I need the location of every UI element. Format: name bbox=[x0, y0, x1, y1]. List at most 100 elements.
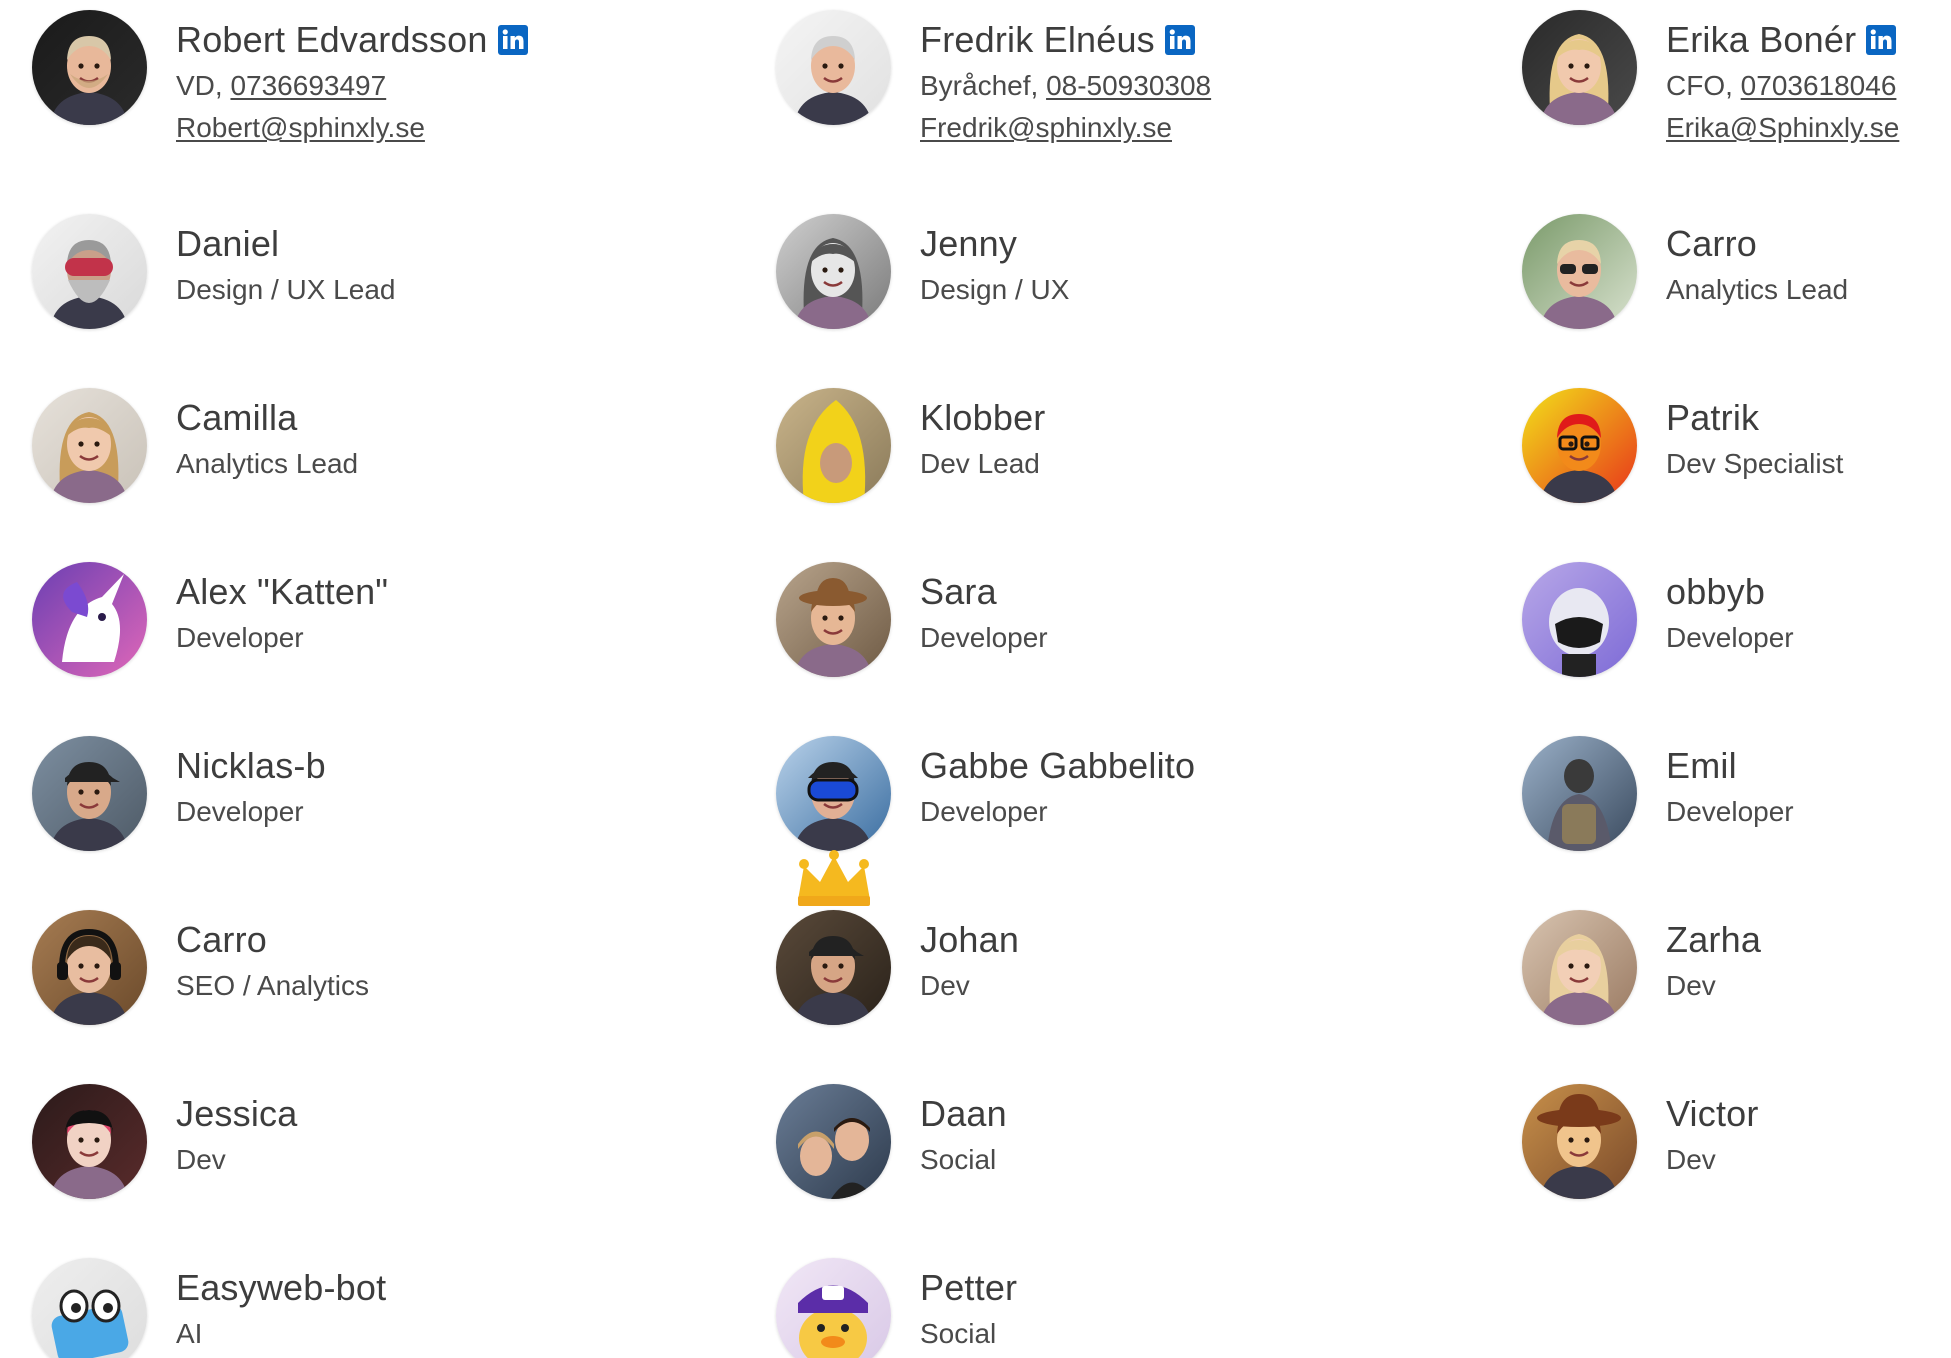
avatar-woman-mirror-selfie bbox=[1522, 910, 1637, 1025]
linkedin-icon[interactable] bbox=[497, 25, 528, 55]
role-separator: , bbox=[214, 70, 231, 101]
member-name: Camilla bbox=[176, 397, 298, 438]
avatar-bearded-man-smiling-portrait bbox=[32, 10, 147, 125]
member-role: Byråchef bbox=[920, 70, 1031, 101]
name-line: Carro bbox=[176, 919, 369, 960]
member-info: obbyb Developer bbox=[1666, 571, 1794, 654]
name-line: Robert Edvardsson bbox=[176, 19, 528, 60]
member-name: Emil bbox=[1666, 745, 1737, 786]
phone-link[interactable]: 08-50930308 bbox=[1046, 70, 1211, 101]
member-name: Gabbe Gabbelito bbox=[920, 745, 1196, 786]
member-role: Design / UX Lead bbox=[176, 274, 396, 305]
avatar-unicorn-illustration bbox=[32, 562, 147, 677]
phone-link[interactable]: 0736693497 bbox=[230, 70, 386, 101]
member-info: Jenny Design / UX bbox=[920, 223, 1069, 306]
name-line: Easyweb-bot bbox=[176, 1267, 387, 1308]
member-role: Developer bbox=[920, 622, 1048, 653]
linkedin-icon[interactable] bbox=[1866, 25, 1897, 55]
team-member-card: Gabbe Gabbelito Developer bbox=[776, 736, 1476, 856]
name-line: Sara bbox=[920, 571, 1048, 612]
linkedin-icon[interactable] bbox=[1164, 25, 1195, 55]
member-name: obbyb bbox=[1666, 571, 1766, 612]
member-role: CFO bbox=[1666, 70, 1726, 101]
member-role: Analytics Lead bbox=[1666, 274, 1849, 305]
member-name: Klobber bbox=[920, 397, 1046, 438]
member-role: Dev bbox=[920, 970, 970, 1001]
avatar-grey-haired-man-portrait bbox=[776, 10, 891, 125]
member-role: SEO / Analytics bbox=[176, 970, 369, 1001]
member-info: Emil Developer bbox=[1666, 745, 1794, 828]
member-role: Social bbox=[920, 1318, 997, 1349]
member-info: Zarha Dev bbox=[1666, 919, 1761, 1002]
crown-icon bbox=[794, 850, 874, 908]
member-info: Easyweb-bot AI bbox=[176, 1267, 387, 1350]
name-line: Zarha bbox=[1666, 919, 1761, 960]
member-role-line: CFO, 0703618046 bbox=[1666, 70, 1899, 102]
member-role: Developer bbox=[1666, 796, 1794, 827]
team-member-card: Carro SEO / Analytics bbox=[32, 910, 732, 1030]
member-name: Robert Edvardsson bbox=[176, 19, 488, 60]
team-member-card: Camilla Analytics Lead bbox=[32, 388, 732, 508]
team-member-card: Daan Social bbox=[776, 1084, 1476, 1204]
team-member-card: Jenny Design / UX bbox=[776, 214, 1476, 334]
member-role: VD bbox=[176, 70, 215, 101]
member-role: Social bbox=[920, 1144, 997, 1175]
member-role-line: Byråchef, 08-50930308 bbox=[920, 70, 1211, 102]
team-member-card: Petter Social bbox=[776, 1258, 1476, 1358]
team-grid: Robert Edvardsson VD, 0736693497 Robert@… bbox=[0, 0, 1951, 1358]
avatar-man-with-backpack bbox=[1522, 736, 1637, 851]
avatar-woman-with-red-hair bbox=[32, 1084, 147, 1199]
member-info: Robert Edvardsson VD, 0736693497 Robert@… bbox=[176, 19, 528, 144]
member-name: Carro bbox=[176, 919, 268, 960]
member-name: Alex "Katten" bbox=[176, 571, 389, 612]
member-name: Carro bbox=[1666, 223, 1758, 264]
member-name: Jessica bbox=[176, 1093, 298, 1134]
role-separator: , bbox=[1725, 70, 1741, 101]
name-line: Nicklas-b bbox=[176, 745, 326, 786]
member-name: Fredrik Elnéus bbox=[920, 19, 1155, 60]
team-member-card: Carro Analytics Lead bbox=[1522, 214, 1951, 334]
email-link[interactable]: Erika@Sphinxly.se bbox=[1666, 112, 1899, 144]
member-info: Nicklas-b Developer bbox=[176, 745, 326, 828]
member-role: Dev Specialist bbox=[1666, 448, 1844, 479]
team-member-card: Nicklas-b Developer bbox=[32, 736, 732, 856]
team-member-card: Jessica Dev bbox=[32, 1084, 732, 1204]
member-name: Daniel bbox=[176, 223, 280, 264]
member-name: Patrik bbox=[1666, 397, 1760, 438]
team-member-card: Emil Developer bbox=[1522, 736, 1951, 856]
member-info: Camilla Analytics Lead bbox=[176, 397, 358, 480]
name-line: Klobber bbox=[920, 397, 1046, 438]
avatar-man-with-cap-portrait bbox=[32, 736, 147, 851]
member-name: Sara bbox=[920, 571, 997, 612]
member-info: Carro SEO / Analytics bbox=[176, 919, 369, 1002]
team-member-card: Fredrik Elnéus Byråchef, 08-50930308 Fre… bbox=[776, 10, 1476, 143]
member-info: Jessica Dev bbox=[176, 1093, 298, 1176]
avatar-cowboy-toy-character bbox=[1522, 1084, 1637, 1199]
member-info: Gabbe Gabbelito Developer bbox=[920, 745, 1196, 828]
avatar-woman-smiling-portrait bbox=[32, 388, 147, 503]
member-info: Patrik Dev Specialist bbox=[1666, 397, 1844, 480]
phone-link[interactable]: 0703618046 bbox=[1741, 70, 1897, 101]
member-role: Dev bbox=[176, 1144, 226, 1175]
team-member-card: Easyweb-bot AI bbox=[32, 1258, 732, 1358]
name-line: Emil bbox=[1666, 745, 1794, 786]
avatar-colorful-pop-art-portrait bbox=[1522, 388, 1637, 503]
name-line: Carro bbox=[1666, 223, 1848, 264]
member-role: Dev Lead bbox=[920, 448, 1040, 479]
avatar-woman-black-and-white-portrait bbox=[776, 214, 891, 329]
avatar-woman-with-cowboy-hat-and-kangaroo bbox=[776, 562, 891, 677]
avatar-woman-with-sunglasses bbox=[1522, 214, 1637, 329]
avatar-robot-mascot bbox=[32, 1258, 147, 1358]
avatar-duck-mascot-with-cap bbox=[776, 1258, 891, 1358]
member-name: Johan bbox=[920, 919, 1020, 960]
member-info: Johan Dev bbox=[920, 919, 1020, 1002]
role-separator: , bbox=[1030, 70, 1047, 101]
email-link[interactable]: Fredrik@sphinxly.se bbox=[920, 112, 1211, 144]
email-link[interactable]: Robert@sphinxly.se bbox=[176, 112, 528, 144]
member-info: Carro Analytics Lead bbox=[1666, 223, 1849, 306]
member-role: Dev bbox=[1666, 1144, 1716, 1175]
team-member-card: Sara Developer bbox=[776, 562, 1476, 682]
name-line: Fredrik Elnéus bbox=[920, 19, 1211, 60]
member-role: Developer bbox=[920, 796, 1048, 827]
member-name: Easyweb-bot bbox=[176, 1267, 387, 1308]
